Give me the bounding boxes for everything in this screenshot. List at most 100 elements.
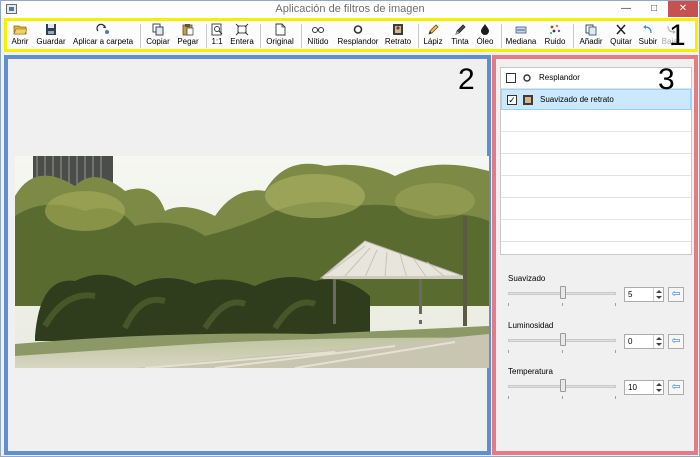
move-up-button[interactable]: Subir bbox=[637, 23, 659, 49]
smoothing-slider-thumb[interactable] bbox=[560, 286, 566, 299]
reset-arrow-icon: ⇦ bbox=[671, 288, 681, 300]
remove-x-icon bbox=[616, 24, 626, 35]
folder-open-icon bbox=[13, 25, 27, 35]
brightness-spinner[interactable] bbox=[653, 335, 663, 348]
brightness-value-input[interactable]: 0 bbox=[624, 334, 664, 349]
slider-ticks bbox=[508, 303, 616, 306]
glow-ring-icon bbox=[353, 25, 363, 34]
toolbar-separator bbox=[140, 24, 141, 48]
region-number-two: 2 bbox=[458, 63, 475, 96]
close-button[interactable]: ✕ bbox=[668, 1, 698, 17]
copy-icon bbox=[152, 23, 164, 36]
photo-preview[interactable] bbox=[15, 156, 489, 368]
glow-button[interactable]: Resplandor bbox=[335, 23, 381, 49]
ink-label: Tinta bbox=[451, 37, 469, 46]
copy-label: Copiar bbox=[146, 37, 170, 46]
temperature-slider-thumb[interactable] bbox=[560, 379, 566, 392]
slider-ticks bbox=[508, 350, 616, 353]
brightness-slider-thumb[interactable] bbox=[560, 333, 566, 346]
add-filter-icon bbox=[585, 24, 597, 36]
original-button[interactable]: Original bbox=[264, 23, 296, 49]
property-label-smoothing: Suavizado bbox=[508, 274, 546, 283]
brightness-value: 0 bbox=[628, 337, 633, 346]
reset-arrow-icon: ⇦ bbox=[671, 335, 681, 347]
add-filter-button[interactable]: Añadir bbox=[577, 23, 605, 49]
list-item-empty bbox=[501, 221, 691, 242]
sharp-label: Nítido bbox=[307, 37, 329, 46]
noise-button[interactable]: Ruido bbox=[542, 23, 568, 49]
move-up-icon bbox=[643, 25, 652, 34]
portrait-icon bbox=[523, 95, 533, 105]
toolbar-separator bbox=[501, 24, 502, 48]
zoom-actual-button[interactable]: 1:1 bbox=[210, 23, 224, 49]
save-label: Guardar bbox=[36, 37, 66, 46]
title-bar: Aplicación de filtros de imagen — □ ✕ bbox=[1, 1, 699, 18]
brightness-reset-button[interactable]: ⇦ bbox=[668, 334, 684, 349]
original-label: Original bbox=[266, 37, 294, 46]
toolbar-separator bbox=[573, 24, 574, 48]
toolbar-separator bbox=[418, 24, 419, 48]
fit-whole-button[interactable]: Entera bbox=[229, 23, 255, 49]
portrait-button[interactable]: Retrato bbox=[383, 23, 413, 49]
glow-ring-icon bbox=[523, 74, 531, 82]
window-title: Aplicación de filtros de imagen bbox=[275, 3, 425, 15]
open-label: Abrir bbox=[11, 37, 29, 46]
temperature-spinner[interactable] bbox=[653, 381, 663, 394]
median-button[interactable]: Mediana bbox=[504, 23, 538, 49]
property-label-temperature: Temperatura bbox=[508, 367, 553, 376]
filter-enable-checkbox[interactable] bbox=[506, 73, 516, 83]
reset-arrow-icon: ⇦ bbox=[671, 381, 681, 393]
toolbar: Abrir Guardar Aplicar a carpeta Copiar P… bbox=[4, 18, 698, 52]
filter-enable-checkbox[interactable]: ✓ bbox=[507, 95, 517, 105]
app-window: Aplicación de filtros de imagen — □ ✕ Ab… bbox=[0, 0, 700, 457]
remove-filter-button[interactable]: Quitar bbox=[608, 23, 634, 49]
slider-ticks bbox=[508, 396, 616, 399]
fit-whole-label: Entera bbox=[230, 37, 254, 46]
save-button[interactable]: Guardar bbox=[34, 23, 68, 49]
smoothing-reset-button[interactable]: ⇦ bbox=[668, 287, 684, 302]
smoothing-spinner[interactable] bbox=[653, 288, 663, 301]
list-item-empty bbox=[501, 177, 691, 198]
maximize-button[interactable]: □ bbox=[641, 1, 667, 17]
minimize-button[interactable]: — bbox=[613, 1, 639, 17]
pencil-label: Lápiz bbox=[423, 37, 443, 46]
portrait-icon bbox=[393, 24, 403, 35]
pen-icon bbox=[455, 24, 466, 35]
temperature-value-input[interactable]: 10 bbox=[624, 380, 664, 395]
smoothing-value-input[interactable]: 5 bbox=[624, 287, 664, 302]
list-item-empty bbox=[501, 111, 691, 132]
image-preview-panel bbox=[4, 55, 491, 455]
list-item-empty bbox=[501, 155, 691, 176]
page-icon bbox=[275, 23, 286, 36]
pencil-icon bbox=[428, 24, 439, 35]
copy-button[interactable]: Copiar bbox=[145, 23, 171, 49]
paste-icon bbox=[182, 24, 194, 36]
sharp-button[interactable]: Nítido bbox=[305, 23, 331, 49]
median-icon bbox=[515, 26, 527, 34]
paste-button[interactable]: Pegar bbox=[175, 23, 201, 49]
property-label-brightness: Luminosidad bbox=[508, 321, 554, 330]
fit-whole-icon bbox=[235, 23, 249, 36]
open-button[interactable]: Abrir bbox=[10, 23, 30, 49]
median-label: Mediana bbox=[505, 37, 537, 46]
temperature-reset-button[interactable]: ⇦ bbox=[668, 380, 684, 395]
move-up-label: Subir bbox=[638, 37, 658, 46]
apply-to-folder-button[interactable]: Aplicar a carpeta bbox=[71, 23, 135, 49]
pencil-button[interactable]: Lápiz bbox=[422, 23, 444, 49]
save-disk-icon bbox=[46, 24, 56, 35]
toolbar-separator bbox=[260, 24, 261, 48]
apply-to-folder-label: Aplicar a carpeta bbox=[72, 37, 134, 46]
glasses-icon bbox=[312, 27, 324, 33]
noise-label: Ruido bbox=[544, 37, 566, 46]
filter-name: Suavizado de retrato bbox=[540, 95, 614, 104]
temperature-value: 10 bbox=[628, 383, 637, 392]
glow-label: Resplandor bbox=[337, 37, 379, 46]
apply-folder-icon bbox=[96, 23, 109, 34]
noise-icon bbox=[550, 24, 561, 34]
toolbar-separator bbox=[301, 24, 302, 48]
ink-button[interactable]: Tinta bbox=[449, 23, 471, 49]
oil-button[interactable]: Óleo bbox=[474, 23, 496, 49]
remove-filter-label: Quitar bbox=[610, 37, 632, 46]
region-number-three: 3 bbox=[658, 63, 675, 96]
paste-label: Pegar bbox=[177, 37, 199, 46]
